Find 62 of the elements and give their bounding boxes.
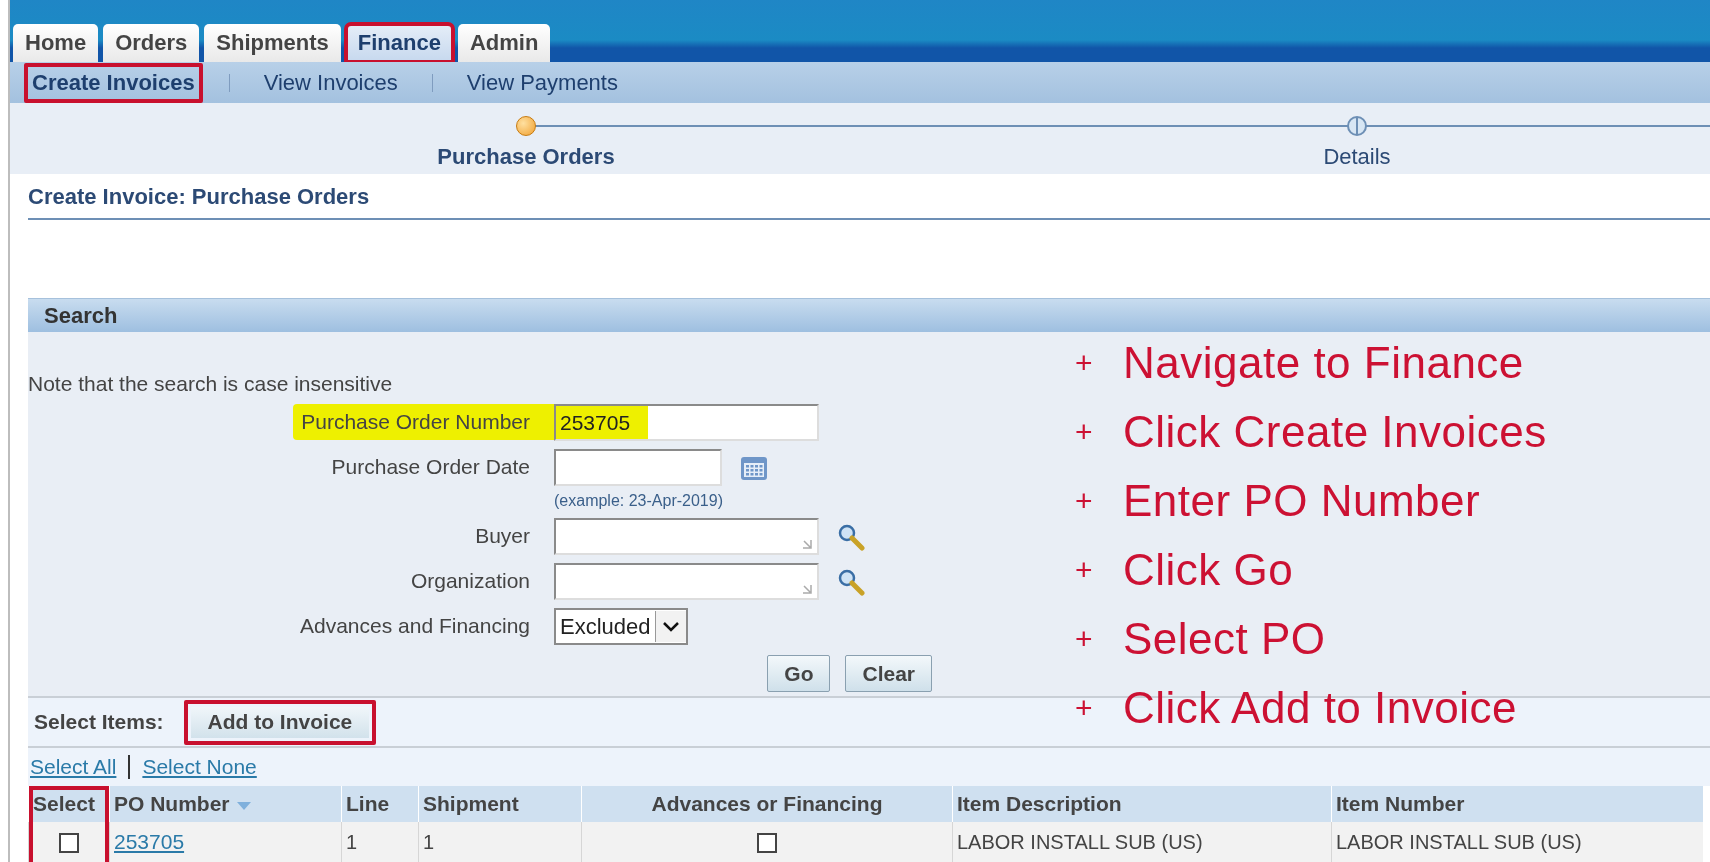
po-number-link[interactable]: 253705 bbox=[114, 830, 185, 853]
text-field[interactable]: 253705 bbox=[554, 404, 819, 441]
instruction-text: Select PO bbox=[1123, 614, 1326, 664]
column-header[interactable]: Item Description bbox=[952, 786, 1332, 822]
nav-tab[interactable]: Orders bbox=[103, 24, 200, 62]
field-label: Purchase Order Number bbox=[293, 404, 554, 440]
instruction-text: Enter PO Number bbox=[1123, 476, 1481, 526]
instruction-text: Click Go bbox=[1123, 545, 1294, 595]
field-label: Organization bbox=[409, 568, 531, 594]
resize-grip-icon bbox=[801, 538, 813, 550]
date-format-hint: (example: 23-Apr-2019) bbox=[554, 492, 723, 510]
dropdown[interactable]: Excluded bbox=[554, 608, 688, 645]
select-link[interactable]: Select None bbox=[142, 755, 257, 779]
clear-button[interactable]: Clear bbox=[845, 655, 932, 692]
lookup-field[interactable] bbox=[554, 563, 819, 600]
lookup-field[interactable] bbox=[554, 518, 819, 555]
table-cell: LABOR INSTALL SUB (US) bbox=[952, 822, 1332, 862]
page-title: Create Invoice: Purchase Orders bbox=[28, 174, 1710, 220]
field-label: Purchase Order Date bbox=[330, 454, 531, 480]
nav-tab[interactable]: Admin bbox=[457, 24, 551, 62]
search-note: Note that the search is case insensitive bbox=[28, 372, 393, 396]
date-field[interactable] bbox=[554, 449, 722, 486]
column-header[interactable]: Advances or Financing bbox=[581, 786, 953, 822]
column-header[interactable]: PO Number bbox=[109, 786, 342, 822]
table-cell: LABOR INSTALL SUB (US) bbox=[1331, 822, 1703, 862]
checkbox[interactable] bbox=[757, 833, 777, 854]
add-to-invoice-button[interactable]: Add to Invoice bbox=[183, 699, 377, 745]
step-label: Details bbox=[1323, 144, 1391, 170]
table-cell: 1 bbox=[418, 822, 582, 862]
resize-grip-icon bbox=[801, 583, 813, 595]
field-label: Advances and Financing bbox=[299, 613, 531, 639]
column-header[interactable]: Item Number bbox=[1331, 786, 1703, 822]
instruction-text: Click Add to Invoice bbox=[1123, 683, 1517, 733]
bullet: + bbox=[1075, 553, 1094, 587]
calendar-icon[interactable] bbox=[740, 454, 768, 481]
sub-nav-link[interactable]: View Payments bbox=[458, 62, 626, 103]
nav-tab[interactable]: Shipments bbox=[204, 24, 341, 62]
bullet: + bbox=[1075, 346, 1094, 380]
bullet: + bbox=[1075, 415, 1094, 449]
select-link[interactable]: Select All bbox=[30, 755, 117, 779]
nav-tab[interactable]: Finance bbox=[345, 24, 453, 62]
sub-nav-link[interactable]: View Invoices bbox=[255, 62, 406, 103]
bullet: + bbox=[1075, 622, 1094, 656]
section-header: Search bbox=[28, 298, 1710, 332]
chevron-down-icon bbox=[661, 620, 680, 633]
instruction-text: Click Create Invoices bbox=[1123, 407, 1547, 457]
nav-tab[interactable]: Home bbox=[13, 24, 99, 62]
bullet: + bbox=[1075, 484, 1094, 518]
search-icon[interactable] bbox=[837, 567, 865, 596]
bullet: + bbox=[1075, 691, 1094, 725]
field-label: Buyer bbox=[474, 523, 531, 549]
table-cell: 1 bbox=[341, 822, 419, 862]
step-label: Purchase Orders bbox=[437, 144, 615, 170]
column-header[interactable]: Select bbox=[28, 786, 110, 822]
row-checkbox[interactable] bbox=[59, 833, 79, 854]
column-header[interactable]: Line bbox=[341, 786, 419, 822]
select-items-label: Select Items: bbox=[34, 710, 164, 734]
search-icon[interactable] bbox=[837, 522, 865, 551]
sub-nav-link[interactable]: Create Invoices bbox=[24, 62, 203, 103]
column-header[interactable]: Shipment bbox=[418, 786, 582, 822]
go-button[interactable]: Go bbox=[767, 655, 831, 692]
instruction-text: Navigate to Finance bbox=[1123, 338, 1524, 388]
